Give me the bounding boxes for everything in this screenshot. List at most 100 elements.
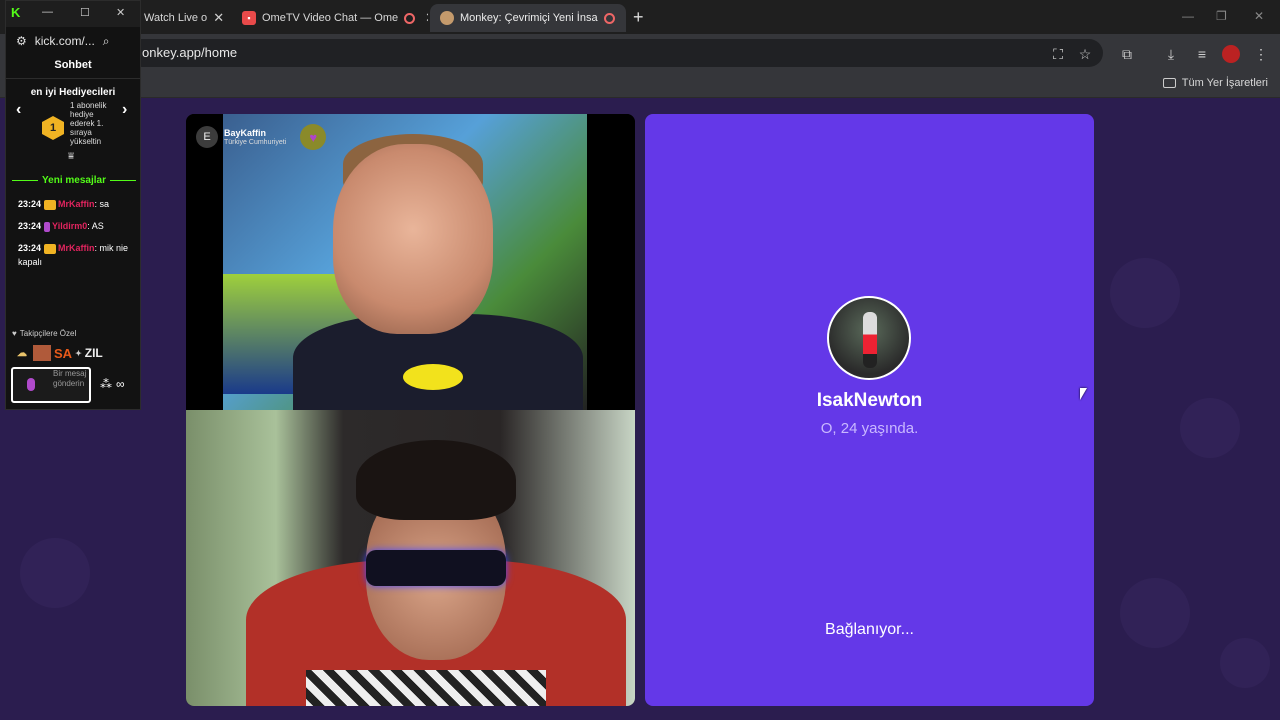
avatar-figure	[863, 312, 877, 368]
kick-chat-popup: K — ☐ ✕ ⚙ kick.com/... ⌕ Sohbet en iyi H…	[5, 0, 141, 410]
kick-logo-icon: K	[11, 5, 21, 20]
video-person-glasses	[366, 550, 506, 586]
chevron-right-icon[interactable]: ›	[122, 101, 127, 119]
divider-line	[109, 180, 136, 181]
recording-icon	[404, 12, 416, 24]
remote-user-info: E BayKaffin Türkiye Cumhuriyeti ♥	[196, 124, 327, 150]
minimize-icon[interactable]: —	[1182, 9, 1194, 23]
infinity-icon[interactable]: ∞	[116, 377, 125, 391]
restore-icon[interactable]: ❐	[1216, 9, 1227, 23]
message-text: : sa	[94, 199, 110, 209]
browser-tab-bar: Watch Live o ✕ ▪ OmeTV Video Chat — Ome …	[0, 0, 1280, 34]
folder-icon	[1162, 78, 1176, 88]
video-person-hair	[356, 440, 516, 520]
chat-title: Sohbet	[54, 59, 92, 71]
mic-icon[interactable]	[27, 378, 35, 391]
video-person-shirt	[306, 670, 546, 706]
emote-picker-icon[interactable]: ⁂	[100, 377, 112, 391]
remote-username: BayKaffin	[224, 128, 267, 138]
bookmarks-bar: Tüm Yer İşaretleri	[0, 72, 1280, 98]
chat-message-input[interactable]: Bir mesaj gönderin	[11, 367, 91, 403]
message-user[interactable]: MrKaffin	[58, 243, 95, 253]
bookmark-star-icon[interactable]: ☆	[1076, 45, 1094, 63]
followers-only-text: Takipçilere Özel	[19, 329, 77, 338]
minimize-icon[interactable]: —	[42, 6, 53, 18]
remote-country: Türkiye Cumhuriyeti	[224, 139, 287, 146]
mic-badge-icon	[44, 221, 51, 232]
emote-icon[interactable]	[33, 345, 51, 361]
heart-icon: ♥	[12, 329, 17, 338]
search-icon[interactable]: ⌕	[103, 34, 110, 49]
new-messages-divider: Yeni mesajlar	[12, 175, 136, 186]
download-icon[interactable]: ⤓	[1162, 45, 1180, 63]
mouse-cursor-icon	[1080, 388, 1087, 400]
url-bar[interactable]: onkey.app/home	[128, 39, 1103, 67]
popup-titlebar: K — ☐ ✕	[6, 1, 140, 27]
heart-icon[interactable]: ♥	[300, 124, 327, 150]
extensions-icon[interactable]: ⧉	[1118, 45, 1136, 63]
background-blob	[1220, 638, 1270, 688]
message-text: : AS	[87, 221, 104, 231]
media-control-icon[interactable]: ≡	[1193, 45, 1211, 63]
screen: Watch Live o ✕ ▪ OmeTV Video Chat — Ome …	[0, 0, 1280, 720]
divider	[6, 78, 140, 79]
close-window-icon[interactable]: ✕	[1254, 9, 1264, 23]
tab-ometv[interactable]: ▪ OmeTV Video Chat — Ome ✕	[232, 4, 428, 32]
tab-title: Monkey: Çevrimiçi Yeni İnsa	[460, 12, 598, 24]
monkey-page: E BayKaffin Türkiye Cumhuriyeti ♥ IsakNe…	[0, 98, 1280, 720]
pin-icon[interactable]: ⩸	[68, 151, 74, 162]
emote-icon[interactable]: ✦	[75, 345, 82, 361]
crown-badge-icon	[44, 243, 57, 254]
maximize-icon[interactable]: ☐	[80, 6, 90, 19]
emote-icon[interactable]: ☁	[14, 345, 30, 361]
chat-actions: ⁂ ∞	[100, 377, 125, 391]
url-text: onkey.app/home	[142, 45, 238, 60]
close-icon[interactable]: ✕	[425, 10, 428, 26]
remote-video-frame	[223, 114, 587, 424]
close-icon[interactable]: ✕	[116, 6, 125, 19]
chat-message: 23:24 Yildirm0: AS	[18, 219, 136, 233]
message-user[interactable]: Yildirm0	[52, 221, 87, 231]
background-blob	[1110, 258, 1180, 328]
remote-video: E BayKaffin Türkiye Cumhuriyeti ♥	[186, 114, 635, 424]
close-icon[interactable]: ✕	[625, 10, 626, 26]
message-user[interactable]: MrKaffin	[58, 199, 95, 209]
local-video	[186, 410, 635, 706]
close-icon[interactable]: ✕	[213, 10, 224, 26]
profile-avatar[interactable]	[1222, 45, 1240, 63]
emote-sa[interactable]: SA	[54, 345, 72, 361]
site-settings-icon[interactable]: ⚙	[16, 34, 27, 48]
emote-zil[interactable]: ZIL	[85, 345, 103, 361]
menu-kebab-icon[interactable]: ⋮	[1252, 45, 1270, 63]
background-blob	[20, 538, 90, 608]
connection-status: Bağlanıyor...	[825, 621, 914, 638]
tab-kick[interactable]: Watch Live o ✕	[134, 4, 228, 32]
chevron-left-icon[interactable]: ‹	[16, 101, 21, 119]
all-bookmarks-folder[interactable]: Tüm Yer İşaretleri	[1162, 77, 1268, 89]
monkey-favicon-icon	[440, 11, 454, 25]
ometv-favicon-icon: ▪	[242, 11, 256, 25]
popup-url: kick.com/...	[34, 34, 95, 48]
followers-only-label: ♥ Takipçilere Özel	[12, 329, 76, 338]
new-messages-label: Yeni mesajlar	[42, 175, 106, 186]
translate-icon[interactable]: ⛶	[1049, 45, 1067, 63]
gifter-description: 1 abonelik hediye ederek 1. sıraya yükse…	[70, 101, 107, 146]
crown-badge-icon	[44, 199, 57, 210]
top-gifters-title: en iyi Hediyecileri	[30, 87, 116, 98]
emote-row: ☁ SA ✦ ZIL	[14, 345, 103, 361]
recording-icon	[603, 12, 615, 24]
message-time: 23:24	[18, 243, 42, 253]
rank-badge: 1	[42, 116, 64, 140]
bookmarks-folder-label: Tüm Yer İşaretleri	[1181, 77, 1268, 89]
background-blob	[1180, 398, 1240, 458]
chat-message: 23:24 MrKaffin: sa	[18, 197, 136, 211]
popup-url-bar[interactable]: ⚙ kick.com/... ⌕	[6, 29, 140, 53]
background-blob	[1120, 578, 1190, 648]
message-time: 23:24	[18, 199, 42, 209]
new-tab-plus-icon[interactable]: +	[633, 7, 644, 28]
video-person-face	[333, 144, 493, 334]
match-username: IsakNewton	[816, 390, 923, 411]
tab-monkey[interactable]: Monkey: Çevrimiçi Yeni İnsa ✕	[430, 4, 626, 32]
tab-title: Watch Live o	[144, 12, 208, 24]
match-panel: IsakNewton O, 24 yaşında. Bağlanıyor...	[645, 114, 1094, 706]
